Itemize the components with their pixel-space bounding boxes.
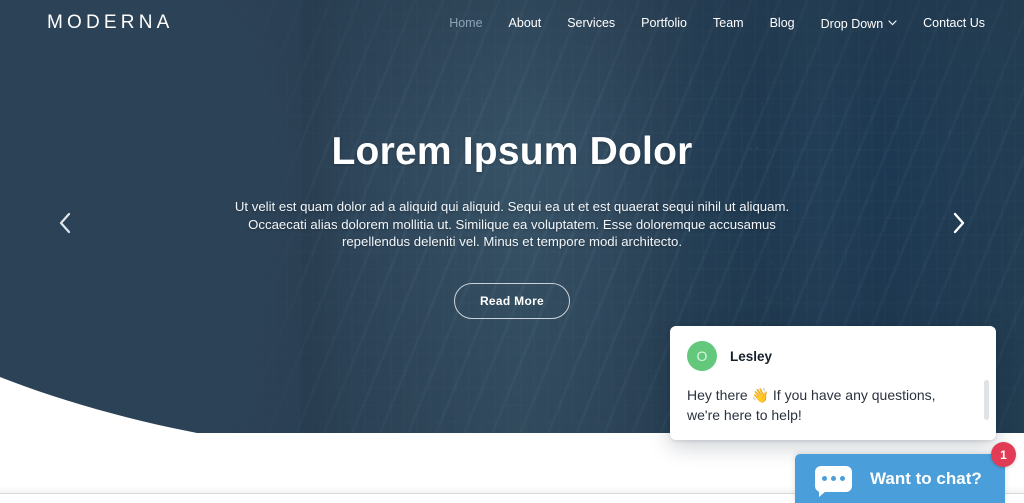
- chat-launcher-label: Want to chat?: [870, 468, 982, 488]
- nav-item-portfolio[interactable]: Portfolio: [628, 12, 700, 34]
- hero-left-overlay: [0, 0, 300, 440]
- bubble-dot-1: [822, 476, 827, 481]
- nav-item-drop-down[interactable]: Drop Down: [808, 11, 911, 35]
- chat-greeting-message: Hey there 👋 If you have any questions, w…: [687, 387, 936, 423]
- chat-bubble-icon: [815, 465, 852, 497]
- chevron-right-icon: [952, 212, 966, 239]
- bubble-dot-2: [831, 476, 836, 481]
- nav-item-contact-us[interactable]: Contact Us: [910, 12, 998, 34]
- nav-links: Home About Services Portfolio Team Blog …: [436, 11, 998, 35]
- nav-item-blog[interactable]: Blog: [757, 12, 808, 34]
- chat-unread-badge: 1: [991, 442, 1016, 467]
- nav-item-about[interactable]: About: [496, 12, 555, 34]
- carousel-prev-button[interactable]: [48, 208, 82, 242]
- nav-item-services[interactable]: Services: [554, 12, 628, 34]
- chat-message-card[interactable]: O Lesley Hey there 👋 If you have any que…: [670, 326, 996, 440]
- chat-agent-name: Lesley: [730, 348, 773, 364]
- nav-item-team[interactable]: Team: [700, 12, 757, 34]
- chat-card-header: O Lesley: [670, 326, 996, 371]
- bubble-dot-3: [840, 476, 845, 481]
- chevron-left-icon: [58, 212, 72, 239]
- main-navigation: MODERNA Home About Services Portfolio Te…: [0, 0, 1024, 46]
- nav-item-home[interactable]: Home: [436, 12, 495, 34]
- read-more-button[interactable]: Read More: [453, 282, 571, 319]
- chevron-down-icon: [888, 15, 897, 29]
- landing-page: MODERNA Home About Services Portfolio Te…: [0, 0, 1024, 503]
- site-logo[interactable]: MODERNA: [47, 12, 174, 34]
- nav-item-drop-down-label: Drop Down: [820, 17, 884, 31]
- carousel-next-button[interactable]: [942, 208, 976, 242]
- chat-launcher-button[interactable]: Want to chat? 1: [795, 442, 1016, 503]
- avatar: O: [687, 341, 717, 371]
- chat-card-scrollbar[interactable]: [984, 380, 989, 420]
